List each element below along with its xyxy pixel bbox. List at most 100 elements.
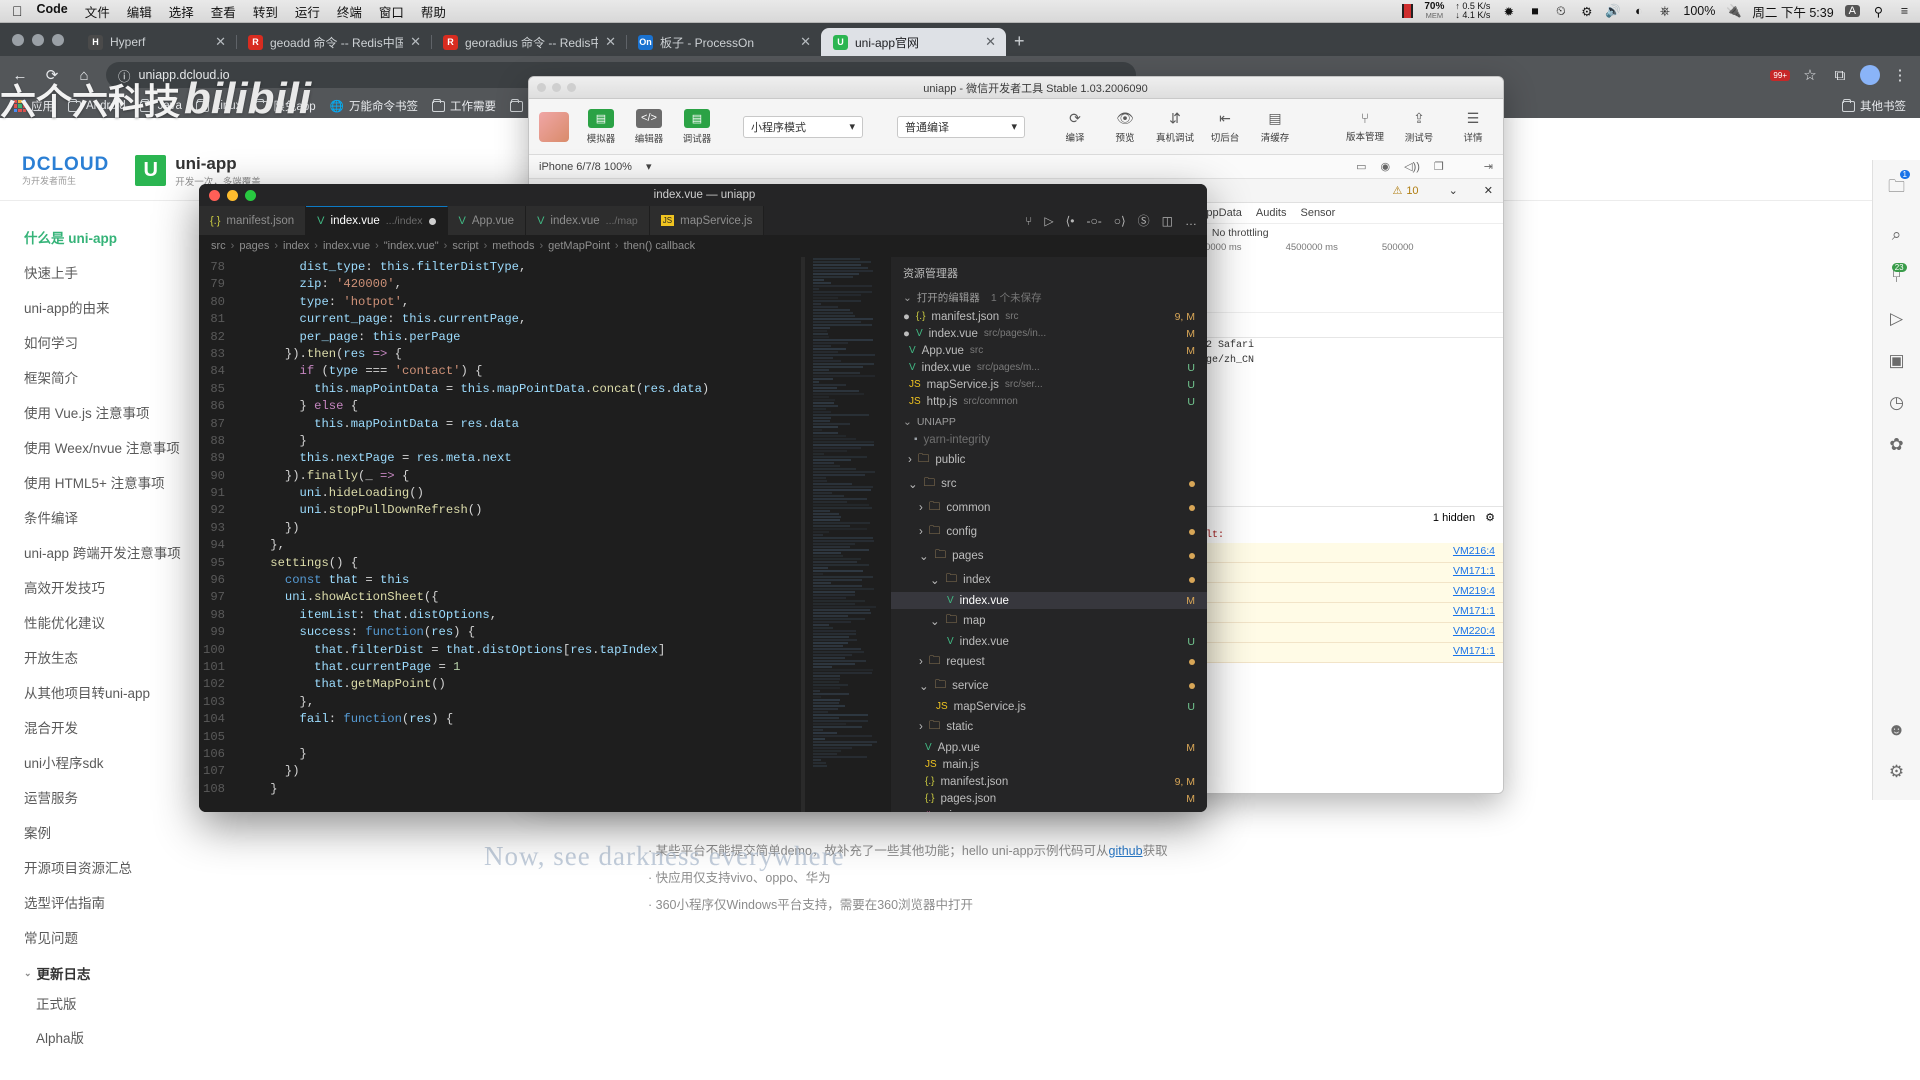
account-icon[interactable]: ☻: [1888, 720, 1906, 740]
chrome-menu-icon[interactable]: ⋮: [1890, 66, 1910, 84]
project-section[interactable]: ⌄ UNIAPP: [891, 413, 1207, 431]
tree-item-8[interactable]: ⌄ 🗀 map: [891, 609, 1207, 633]
breadcrumb-item-2[interactable]: index: [283, 240, 309, 252]
menu-item-3[interactable]: 选择: [169, 2, 194, 21]
menu-item-1[interactable]: 文件: [85, 2, 110, 21]
console-row-link[interactable]: VM171:1: [1453, 605, 1495, 620]
clock-icon[interactable]: ⏲: [1553, 4, 1568, 19]
volume-icon[interactable]: 🔊: [1605, 4, 1620, 19]
tree-item-7[interactable]: Vindex.vue M: [891, 592, 1207, 609]
browser-tab-2[interactable]: Rgeoradius 命令 -- Redis中国用户组✕: [431, 28, 626, 56]
chrome-window-controls[interactable]: [8, 23, 76, 56]
tree-item-10[interactable]: › 🗀 request: [891, 650, 1207, 674]
other-bookmarks-folder[interactable]: 其他书签: [1836, 96, 1912, 116]
sidebar-item-19[interactable]: 选型评估指南: [24, 884, 244, 919]
network-stat[interactable]: ↑ 0.5 K/s ↓ 4.1 K/s: [1455, 2, 1490, 21]
extension-badge[interactable]: 99+: [1770, 70, 1790, 81]
menu-item-7[interactable]: 终端: [337, 2, 362, 21]
search-icon[interactable]: ⌕: [1892, 225, 1902, 245]
maximize-window-button[interactable]: [52, 34, 64, 46]
menu-item-6[interactable]: 运行: [295, 2, 320, 21]
search-icon[interactable]: ⚲: [1871, 4, 1886, 19]
menu-item-0[interactable]: Code: [37, 2, 68, 21]
devtools-window-controls[interactable]: [537, 83, 576, 92]
wifi-icon[interactable]: ◐: [1631, 4, 1646, 19]
vscode-window-controls[interactable]: [209, 190, 256, 201]
sidebar-item-18[interactable]: 开源项目资源汇总: [24, 849, 244, 884]
maximize-window-button[interactable]: [245, 190, 256, 201]
editor-tab-1[interactable]: Vindex.vue .../index: [306, 206, 447, 235]
bookmark-4[interactable]: 限免app: [249, 96, 321, 116]
editor-tab-2[interactable]: V App.vue: [448, 206, 527, 235]
devtools-action-right-1[interactable]: ⇪ 测试号: [1399, 110, 1439, 144]
console-row-link[interactable]: VM216:4: [1453, 545, 1495, 560]
menu-item-5[interactable]: 转到: [253, 2, 278, 21]
editor-tab-3[interactable]: Vindex.vue .../map: [526, 206, 650, 235]
tree-item-5[interactable]: ⌄ 🗀 pages: [891, 544, 1207, 568]
browser-tab-4[interactable]: Uuni-app官网 ✕: [821, 28, 1006, 56]
bluetooth-icon[interactable]: ⎈: [1657, 4, 1672, 19]
tree-item-4[interactable]: › 🗀 config: [891, 520, 1207, 544]
close-icon[interactable]: ✕: [215, 34, 226, 50]
devtools-mode-0[interactable]: ▤ 模拟器: [581, 109, 621, 145]
phone-icon[interactable]: ▭: [1356, 160, 1366, 173]
bug-icon[interactable]: ✿: [1889, 435, 1903, 455]
new-tab-button[interactable]: +: [1014, 31, 1025, 52]
open-editors-section[interactable]: ⌄ 打开的编辑器 1 个未保存: [891, 287, 1207, 308]
close-icon[interactable]: ✕: [605, 34, 616, 50]
open-editor-2[interactable]: V App.vue src M: [891, 342, 1207, 359]
close-icon[interactable]: ✕: [1484, 184, 1493, 197]
breadcrumb-item-6[interactable]: methods: [492, 240, 534, 252]
menu-item-9[interactable]: 帮助: [421, 2, 446, 21]
open-editor-0[interactable]: ● {.} manifest.json src 9, M: [891, 308, 1207, 325]
tree-item-11[interactable]: ⌄ 🗀 service: [891, 674, 1207, 698]
dcloud-logo[interactable]: DCLOUD 为开发者而生: [22, 154, 109, 186]
stop-icon[interactable]: Ⓢ: [1138, 212, 1150, 229]
close-icon[interactable]: ✕: [985, 34, 996, 50]
avatar[interactable]: [539, 112, 569, 142]
open-editor-3[interactable]: Vindex.vue src/pages/m... U: [891, 359, 1207, 376]
tree-item-3[interactable]: › 🗀 common: [891, 496, 1207, 520]
tree-item-9[interactable]: Vindex.vue U: [891, 633, 1207, 650]
menu-item-2[interactable]: 编辑: [127, 2, 152, 21]
chevron-down-icon[interactable]: ⌄: [1449, 184, 1458, 197]
run-icon[interactable]: ▷: [1044, 214, 1053, 228]
dock-icon[interactable]: ⇥: [1484, 160, 1493, 173]
source-control-icon[interactable]: ⑂ 23: [1891, 267, 1901, 287]
menu-item-4[interactable]: 查看: [211, 2, 236, 21]
close-icon[interactable]: ✕: [410, 34, 421, 50]
history-icon[interactable]: ◷: [1889, 393, 1904, 413]
bookmark-2[interactable]: Java: [134, 98, 188, 114]
console-row-link[interactable]: VM220:4: [1453, 625, 1495, 640]
bullet-link[interactable]: github: [1109, 844, 1143, 858]
reload-icon[interactable]: ⟳: [42, 66, 62, 84]
extensions-icon[interactable]: ▣: [1888, 351, 1904, 371]
site-info-icon[interactable]: ⓘ: [118, 66, 131, 85]
warning-count[interactable]: ⚠ 10: [1392, 184, 1418, 197]
back-icon[interactable]: ⟨•: [1066, 214, 1075, 228]
close-window-button[interactable]: [209, 190, 220, 201]
devtools-tab-7[interactable]: Sensor: [1300, 207, 1335, 219]
breadcrumb-item-0[interactable]: src: [211, 240, 226, 252]
tree-item-15[interactable]: JS main.js: [891, 756, 1207, 773]
open-editor-4[interactable]: JS mapService.js src/ser... U: [891, 376, 1207, 393]
input-source-indicator[interactable]: A: [1845, 5, 1860, 17]
editor-tab-0[interactable]: {.} manifest.json: [199, 206, 306, 235]
breadcrumb-item-4[interactable]: "index.vue": [384, 240, 439, 252]
clock-display[interactable]: 周二 下午 5:39: [1752, 2, 1833, 21]
bookmark-star-icon[interactable]: ☆: [1800, 66, 1820, 84]
minimize-window-button[interactable]: [552, 83, 561, 92]
battery-percent[interactable]: 100%: [1683, 4, 1715, 18]
copy-icon[interactable]: ❐: [1434, 160, 1444, 173]
close-window-button[interactable]: [537, 83, 546, 92]
devtools-mode-1[interactable]: </> 编辑器: [629, 109, 669, 145]
browser-tab-0[interactable]: H Hyperf ✕: [76, 28, 236, 56]
devtools-action-0[interactable]: ⟳ 编译: [1055, 110, 1095, 144]
devtools-action-3[interactable]: ⇤ 切后台: [1205, 110, 1245, 144]
breadcrumb-item-1[interactable]: pages: [239, 240, 269, 252]
tree-item-17[interactable]: {.} pages.json M: [891, 790, 1207, 807]
bookmark-0[interactable]: 应用: [8, 96, 60, 116]
bartender-icon[interactable]: ■: [1527, 4, 1542, 19]
sidebar-group-changelog[interactable]: ⌄ 更新日志: [24, 954, 244, 986]
maximize-window-button[interactable]: [567, 83, 576, 92]
